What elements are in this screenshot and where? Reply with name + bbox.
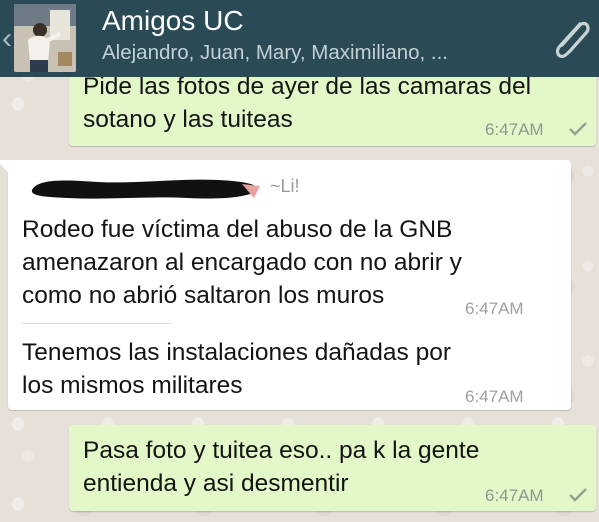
chat-header[interactable]: ‹ Amigos UC Alejandro, Juan, Mary, Maxim… (0, 0, 599, 77)
message-time: 6:47AM (485, 120, 544, 139)
message-text: Pasa foto y tuitea eso.. pa k la gente e… (83, 437, 480, 497)
chevron-left-icon[interactable]: ‹ (2, 24, 14, 54)
message-time: 6:47AM (485, 486, 544, 505)
bubble-tail (0, 160, 10, 174)
message-text: Tenemos las instalaciones dañadas por lo… (22, 339, 452, 399)
message-time: 6:47AM (465, 299, 524, 318)
avatar[interactable] (14, 4, 76, 72)
message-time: 6:47AM (465, 387, 524, 406)
message-divider (22, 323, 172, 324)
check-icon (569, 488, 587, 502)
chat-participants: Alejandro, Juan, Mary, Maximiliano, ... (102, 41, 448, 64)
sender-redacted-mark (31, 179, 260, 199)
check-icon (569, 122, 587, 136)
message-text: Rodeo fue víctima del abuso de la GNB am… (22, 216, 462, 309)
sender-tag: ~Li! (270, 176, 300, 196)
paperclip-icon[interactable] (546, 14, 596, 64)
message-text: Pide las fotos de ayer de las camaras de… (83, 73, 532, 133)
message-bubble-incoming[interactable]: ~Li! Rodeo fue víctima del abuso de la G… (0, 160, 571, 410)
message-bubble-outgoing[interactable]: Pasa foto y tuitea eso.. pa k la gente e… (69, 425, 596, 511)
chat-title: Amigos UC (102, 5, 244, 36)
